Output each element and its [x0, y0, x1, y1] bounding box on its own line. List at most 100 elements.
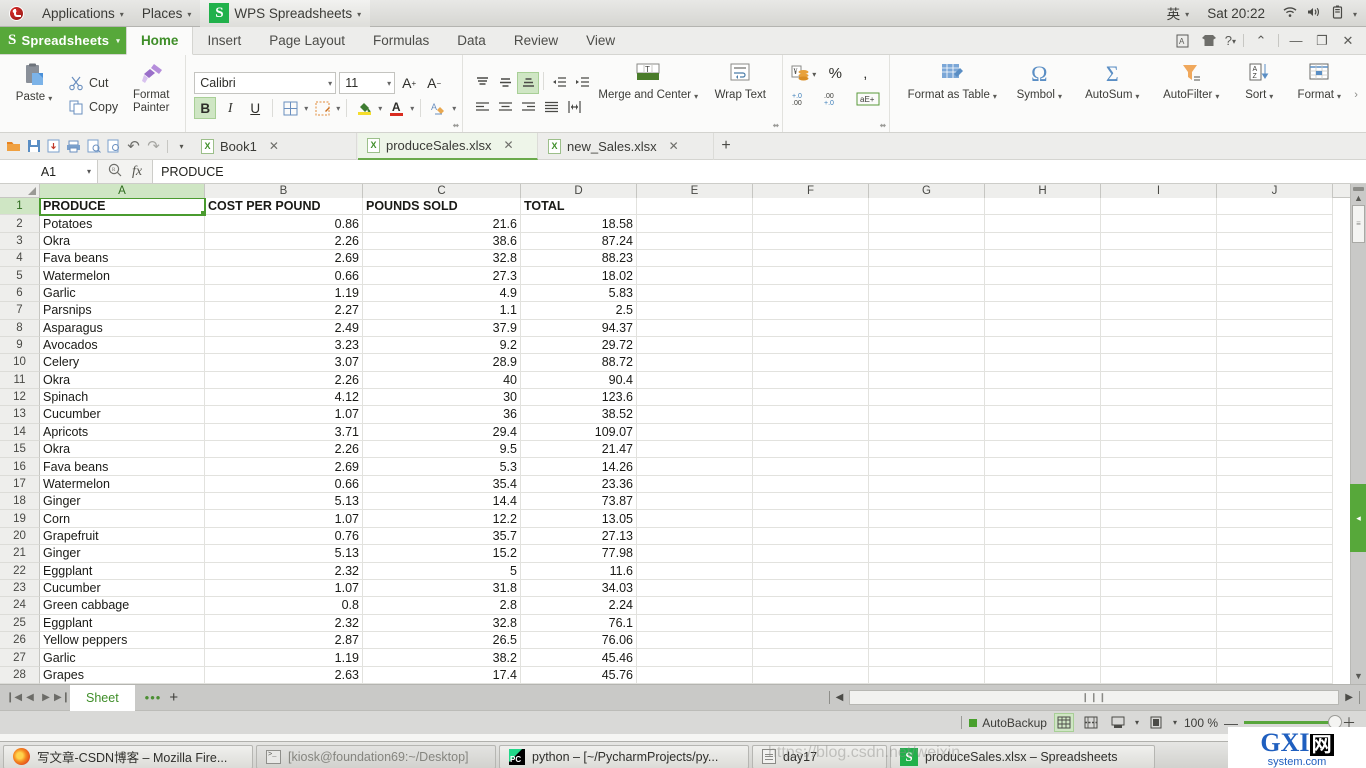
- formula-input[interactable]: PRODUCE: [152, 160, 1366, 183]
- cell-D25[interactable]: 76.1: [521, 614, 637, 632]
- font-dialog-launcher[interactable]: ⬌: [453, 121, 460, 130]
- cell-I12[interactable]: [1101, 388, 1217, 407]
- cell-G23[interactable]: [869, 579, 985, 598]
- cell-I17[interactable]: [1101, 475, 1217, 494]
- cell-A23[interactable]: Cucumber: [40, 579, 205, 598]
- cell-D28[interactable]: 45.76: [521, 666, 637, 684]
- cell-H18[interactable]: [985, 493, 1101, 511]
- cell-D22[interactable]: 11.6: [521, 562, 637, 580]
- cell-H1[interactable]: [985, 198, 1101, 216]
- help-icon[interactable]: ? ▾: [1223, 28, 1238, 54]
- cell-E27[interactable]: [637, 649, 753, 667]
- cell-J20[interactable]: [1217, 527, 1333, 546]
- cell-D9[interactable]: 29.72: [521, 336, 637, 355]
- cell-I26[interactable]: [1101, 631, 1217, 650]
- cell-B10[interactable]: 3.07: [205, 354, 363, 372]
- cell-G12[interactable]: [869, 388, 985, 407]
- redo-icon[interactable]: ↷: [144, 136, 163, 157]
- cell-A4[interactable]: Fava beans: [40, 250, 205, 268]
- cell-E5[interactable]: [637, 267, 753, 285]
- chevron-down-icon[interactable]: ▾: [452, 104, 456, 113]
- cell-A5[interactable]: Watermelon: [40, 267, 205, 285]
- cell-E12[interactable]: [637, 388, 753, 407]
- cell-J13[interactable]: [1217, 406, 1333, 424]
- cell-D3[interactable]: 87.24: [521, 232, 637, 251]
- add-sheet-button[interactable]: +: [169, 689, 178, 706]
- cell-B2[interactable]: 0.86: [205, 215, 363, 233]
- font-color-button[interactable]: A: [385, 97, 407, 119]
- cell-C24[interactable]: 2.8: [363, 597, 521, 615]
- taskbar-item-files[interactable]: day17: [752, 744, 887, 768]
- cell-A13[interactable]: Cucumber: [40, 406, 205, 424]
- cell-D21[interactable]: 77.98: [521, 545, 637, 563]
- reading-layout-caret[interactable]: ▾: [1173, 718, 1177, 727]
- row-header-21[interactable]: 21: [0, 545, 40, 563]
- input-method-indicator[interactable]: 英 ▾: [1158, 0, 1199, 27]
- row-header-6[interactable]: 6: [0, 284, 40, 303]
- cell-F21[interactable]: [753, 545, 869, 563]
- row-header-25[interactable]: 25: [0, 614, 40, 632]
- cell-I13[interactable]: [1101, 406, 1217, 424]
- cell-C22[interactable]: 5: [363, 562, 521, 580]
- cell-H22[interactable]: [985, 562, 1101, 580]
- cell-B14[interactable]: 3.71: [205, 423, 363, 442]
- cell-B18[interactable]: 5.13: [205, 493, 363, 511]
- tab-home[interactable]: Home: [125, 27, 194, 55]
- cell-D1[interactable]: TOTAL: [521, 198, 637, 216]
- cell-H26[interactable]: [985, 631, 1101, 650]
- cell-A3[interactable]: Okra: [40, 232, 205, 251]
- cell-G10[interactable]: [869, 354, 985, 372]
- cell-J25[interactable]: [1217, 614, 1333, 632]
- cell-E14[interactable]: [637, 423, 753, 442]
- cell-B25[interactable]: 2.32: [205, 614, 363, 632]
- cell-D12[interactable]: 123.6: [521, 388, 637, 407]
- align-left-button[interactable]: [471, 96, 493, 118]
- cell-D27[interactable]: 45.46: [521, 649, 637, 667]
- cell-A28[interactable]: Grapes: [40, 666, 205, 684]
- cell-D7[interactable]: 2.5: [521, 302, 637, 320]
- row-header-9[interactable]: 9: [0, 336, 40, 355]
- cell-J6[interactable]: [1217, 284, 1333, 303]
- cell-H13[interactable]: [985, 406, 1101, 424]
- cell-G16[interactable]: [869, 458, 985, 476]
- cell-E28[interactable]: [637, 666, 753, 684]
- horizontal-scroll-thumb[interactable]: ❙❙❙: [849, 690, 1340, 705]
- fill-color-button[interactable]: [353, 97, 375, 119]
- cell-H23[interactable]: [985, 579, 1101, 598]
- print-icon[interactable]: [64, 136, 83, 157]
- cell-I23[interactable]: [1101, 579, 1217, 598]
- decrease-indent-button[interactable]: [548, 72, 570, 94]
- cell-B7[interactable]: 2.27: [205, 302, 363, 320]
- cell-J3[interactable]: [1217, 232, 1333, 251]
- bold-button[interactable]: B: [194, 97, 217, 119]
- cell-H12[interactable]: [985, 388, 1101, 407]
- cell-J26[interactable]: [1217, 631, 1333, 650]
- cell-C26[interactable]: 26.5: [363, 631, 521, 650]
- cell-C1[interactable]: POUNDS SOLD: [363, 198, 521, 216]
- font-size-select[interactable]: 11 ▾: [339, 72, 396, 94]
- row-header-5[interactable]: 5: [0, 267, 40, 285]
- sheet-options-icon[interactable]: •••: [145, 690, 162, 705]
- cell-E16[interactable]: [637, 458, 753, 476]
- cell-I2[interactable]: [1101, 215, 1217, 233]
- cell-E8[interactable]: [637, 319, 753, 337]
- cell-G1[interactable]: [869, 198, 985, 216]
- cell-C12[interactable]: 30: [363, 388, 521, 407]
- format-button[interactable]: Format ▾: [1286, 58, 1352, 132]
- shrink-font-button[interactable]: A −: [423, 72, 445, 94]
- row-header-7[interactable]: 7: [0, 302, 40, 320]
- cell-E11[interactable]: [637, 371, 753, 389]
- cell-J21[interactable]: [1217, 545, 1333, 563]
- name-box[interactable]: A1 ▾: [0, 160, 98, 183]
- row-header-12[interactable]: 12: [0, 388, 40, 407]
- cell-J23[interactable]: [1217, 579, 1333, 598]
- cell-B4[interactable]: 2.69: [205, 250, 363, 268]
- cell-I18[interactable]: [1101, 493, 1217, 511]
- cell-H27[interactable]: [985, 649, 1101, 667]
- cell-J15[interactable]: [1217, 441, 1333, 459]
- cell-H15[interactable]: [985, 441, 1101, 459]
- cell-G17[interactable]: [869, 475, 985, 494]
- cell-J22[interactable]: [1217, 562, 1333, 580]
- cell-D15[interactable]: 21.47: [521, 441, 637, 459]
- cell-G5[interactable]: [869, 267, 985, 285]
